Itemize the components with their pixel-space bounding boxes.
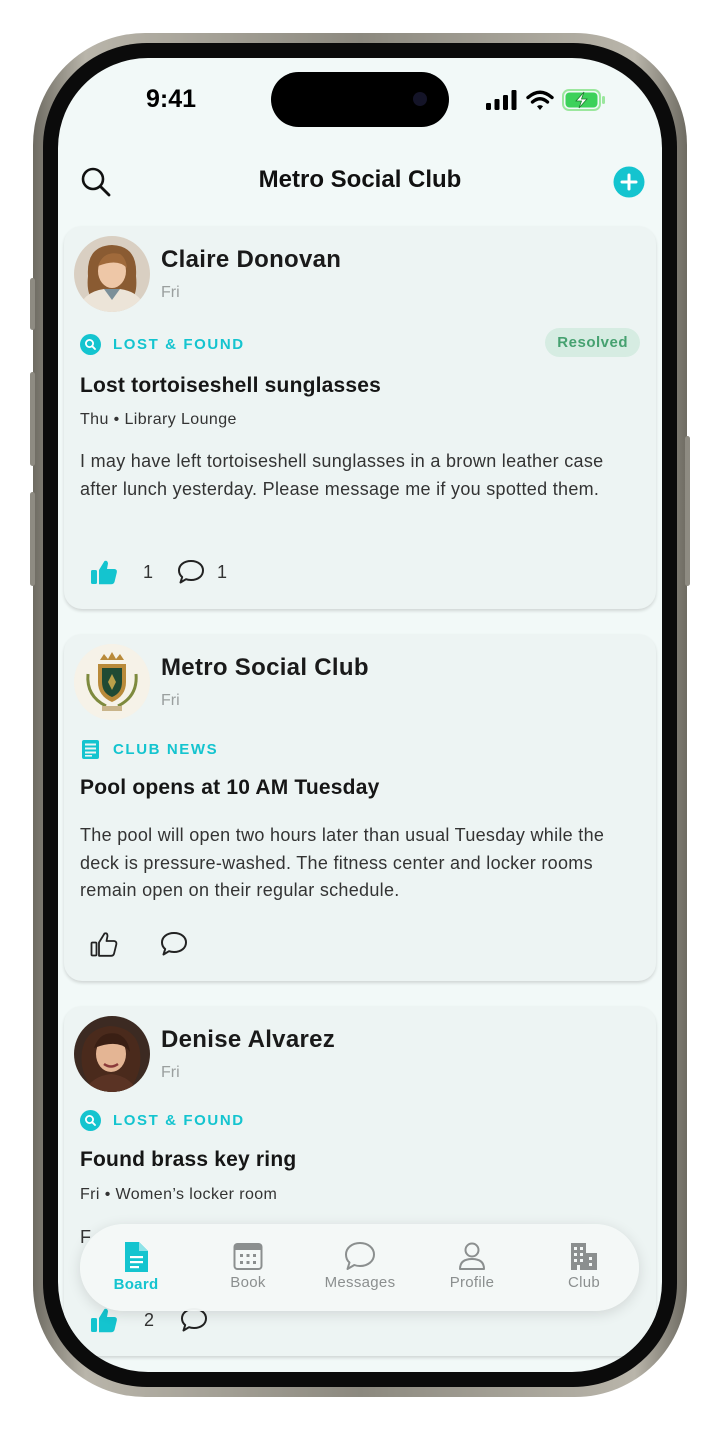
tab-label: Book	[230, 1274, 266, 1291]
document-icon	[125, 1242, 148, 1272]
add-post-icon[interactable]	[613, 166, 645, 198]
tab-messages[interactable]: Messages	[304, 1224, 416, 1311]
volume-up-button	[30, 372, 35, 466]
tab-board[interactable]: Board	[80, 1224, 192, 1311]
comment-icon[interactable]	[160, 931, 188, 957]
status-icons	[486, 89, 606, 111]
category-label: LOST & FOUND	[113, 1112, 245, 1129]
status-time: 9:41	[146, 85, 197, 113]
dynamic-island	[271, 72, 449, 127]
building-icon	[571, 1243, 597, 1270]
post-day: Fri	[161, 284, 180, 301]
calendar-icon	[233, 1243, 263, 1270]
post-author[interactable]: Claire Donovan	[161, 246, 341, 274]
post-author[interactable]: Metro Social Club	[161, 654, 369, 682]
post-title[interactable]: Pool opens at 10 AM Tuesday	[80, 776, 379, 800]
category-label: LOST & FOUND	[113, 336, 245, 353]
post-card[interactable]: Claire Donovan Fri LOST & FOUND Resolved…	[64, 226, 656, 609]
comment-count: 1	[217, 561, 228, 582]
magnifier-category-icon	[80, 1110, 101, 1131]
like-count: 1	[143, 561, 154, 582]
magnifier-category-icon	[80, 334, 101, 355]
avatar[interactable]	[74, 1016, 150, 1092]
club-logo[interactable]	[74, 644, 150, 720]
chat-bubble-icon	[345, 1242, 375, 1270]
post-actions: 1 1	[90, 558, 227, 586]
comment-icon[interactable]	[177, 559, 205, 585]
power-button	[685, 436, 690, 586]
thumbs-up-icon[interactable]	[90, 930, 118, 958]
post-actions	[90, 930, 188, 958]
post-body: The pool will open two hours later than …	[80, 825, 605, 900]
post-category: CLUB NEWS	[80, 739, 218, 760]
app-screen: 9:41 Metro Social Club Claire Donovan Fr…	[58, 58, 662, 1372]
page-title: Metro Social Club	[258, 166, 462, 193]
post-card[interactable]: Metro Social Club Fri CLUB NEWS Pool ope…	[64, 634, 656, 981]
tab-book[interactable]: Book	[192, 1224, 304, 1311]
post-category: LOST & FOUND	[80, 334, 245, 355]
tab-label: Messages	[324, 1274, 396, 1291]
post-meta: Fri • Women’s locker room	[80, 1186, 278, 1203]
post-day: Fri	[161, 692, 180, 709]
post-body: I may have left tortoiseshell sunglasses…	[80, 451, 604, 499]
avatar[interactable]	[74, 236, 150, 312]
post-category: LOST & FOUND	[80, 1110, 245, 1131]
person-icon	[459, 1242, 485, 1270]
post-day: Fri	[161, 1064, 180, 1081]
tab-profile[interactable]: Profile	[416, 1224, 528, 1311]
like-count: 2	[144, 1309, 155, 1330]
volume-down-button	[30, 492, 35, 586]
post-meta: Thu • Library Lounge	[80, 411, 237, 428]
tab-club[interactable]: Club	[528, 1224, 640, 1311]
status-badge: Resolved	[545, 328, 640, 357]
post-author[interactable]: Denise Alvarez	[161, 1026, 335, 1054]
wifi-icon	[526, 90, 554, 110]
battery-charging-icon	[562, 89, 605, 111]
newspaper-icon	[82, 740, 99, 759]
bottom-tab-bar: Board Book Messages Profile Club	[80, 1224, 639, 1311]
post-title[interactable]: Lost tortoiseshell sunglasses	[80, 374, 381, 398]
category-label: CLUB NEWS	[113, 741, 219, 758]
camera-dot	[413, 92, 427, 106]
tab-label: Profile	[449, 1274, 495, 1291]
tab-label: Board	[113, 1276, 159, 1293]
action-button	[30, 278, 35, 330]
cellular-signal-icon	[486, 90, 517, 110]
thumbs-up-filled-icon[interactable]	[90, 558, 118, 586]
post-title[interactable]: Found brass key ring	[80, 1148, 296, 1172]
tab-label: Club	[567, 1274, 601, 1291]
